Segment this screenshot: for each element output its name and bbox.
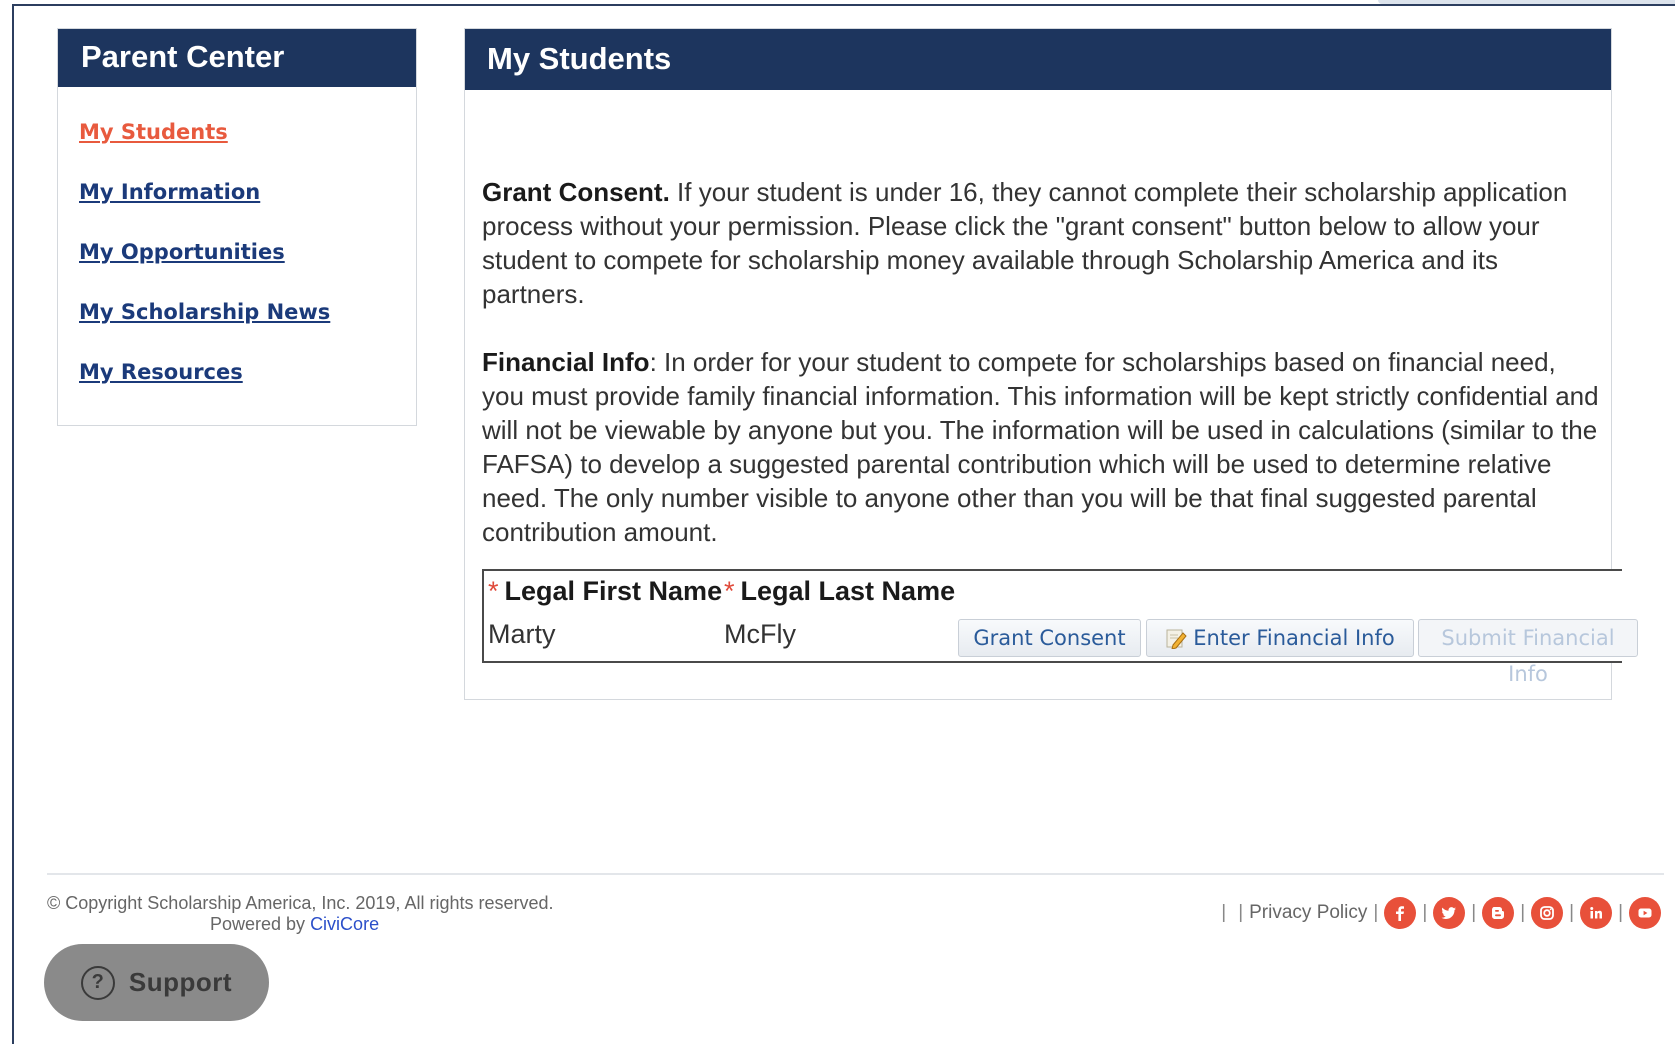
header-legal-first-name: * Legal First Name — [488, 576, 722, 607]
my-information-link[interactable]: My Information — [79, 180, 260, 204]
grant-consent-heading: Grant Consent. — [482, 177, 670, 207]
separator: | — [1422, 902, 1428, 923]
sidebar-item-my-scholarship-news: My Scholarship News — [79, 300, 416, 360]
required-marker: * — [488, 576, 499, 606]
financial-info-text: : In order for your student to compete f… — [482, 347, 1599, 547]
twitter-icon[interactable] — [1433, 897, 1466, 929]
enter-financial-info-button[interactable]: Enter Financial Info — [1146, 619, 1414, 657]
support-label: Support — [128, 967, 233, 997]
submit-financial-info-button[interactable]: Submit Financial Info — [1418, 619, 1638, 686]
header-label: Legal Last Name — [740, 576, 956, 606]
sidebar-item-my-information: My Information — [79, 180, 416, 240]
footer-links: | | Privacy Policy | | | | | | — [1215, 893, 1661, 933]
enter-financial-info-label: Enter Financial Info — [1193, 626, 1395, 650]
header-label: Legal First Name — [504, 576, 723, 606]
my-resources-link[interactable]: My Resources — [79, 360, 243, 384]
grant-consent-paragraph: Grant Consent. If your student is under … — [482, 175, 1602, 311]
separator: | — [1618, 902, 1623, 923]
linkedin-icon[interactable] — [1580, 897, 1613, 929]
sidebar-item-my-students: My Students — [79, 120, 416, 180]
header-legal-last-name: * Legal Last Name — [724, 576, 955, 607]
separator: | — [1471, 902, 1477, 923]
support-button[interactable]: ? Support — [44, 944, 269, 1021]
sidebar-title: Parent Center — [58, 29, 416, 87]
instagram-icon[interactable] — [1531, 897, 1564, 929]
civicore-link[interactable]: CiviCore — [310, 914, 379, 934]
main-title: My Students — [465, 29, 1611, 90]
separator: | — [1569, 902, 1575, 923]
facebook-icon[interactable] — [1384, 897, 1417, 929]
powered-by: Powered by CiviCore — [210, 914, 379, 935]
sidebar-item-my-resources: My Resources — [79, 360, 416, 420]
required-marker: * — [724, 576, 735, 606]
grant-consent-button[interactable]: Grant Consent — [958, 619, 1141, 657]
sidebar-nav: My Students My Information My Opportunit… — [58, 87, 416, 420]
separator: | — [1221, 902, 1227, 923]
students-table: * Legal First Name * Legal Last Name Marty… — [482, 569, 1638, 686]
parent-center-sidebar: Parent Center My Students My Information… — [57, 28, 417, 426]
my-students-link[interactable]: My Students — [79, 120, 228, 144]
my-students-panel: My Students Grant Consent. If your stude… — [464, 28, 1638, 700]
separator: | — [1238, 902, 1244, 923]
my-opportunities-link[interactable]: My Opportunities — [79, 240, 285, 264]
footer-divider — [47, 873, 1664, 875]
top-tab-edge — [1378, 0, 1675, 4]
cell-first-name: Marty — [488, 619, 556, 649]
copyright-text: © Copyright Scholarship America, Inc. 20… — [47, 893, 554, 913]
separator: | — [1373, 902, 1379, 923]
separator: | — [1520, 902, 1526, 923]
financial-info-heading: Financial Info — [482, 347, 650, 377]
help-question-icon: ? — [80, 965, 115, 1000]
privacy-policy-link[interactable]: Privacy Policy — [1249, 902, 1367, 924]
blogger-icon[interactable] — [1482, 897, 1515, 929]
my-scholarship-news-link[interactable]: My Scholarship News — [79, 300, 330, 324]
youtube-icon[interactable] — [1629, 897, 1661, 929]
cell-last-name: McFly — [724, 619, 796, 649]
financial-info-paragraph: Financial Info: In order for your studen… — [482, 345, 1602, 549]
pencil-icon — [1166, 629, 1187, 649]
powered-by-prefix: Powered by — [210, 914, 311, 934]
sidebar-item-my-opportunities: My Opportunities — [79, 240, 416, 300]
